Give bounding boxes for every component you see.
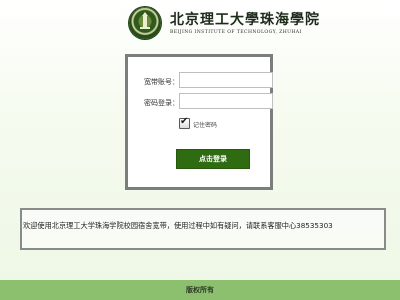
account-label: 宽带账号： xyxy=(144,78,179,86)
notice-text: 欢迎使用北京理工大学珠海学院校园宿舍宽带，使用过程中如有疑问，请联系客服中心38… xyxy=(23,221,333,230)
school-name: 北京理工大學珠海學院 xyxy=(170,12,320,28)
header: 北京理工大學珠海學院 BEIJING INSTITUTE OF TECHNOLO… xyxy=(0,6,400,42)
copyright-text: 版权所有 xyxy=(186,286,214,294)
remember-password-checkbox[interactable]: ✔ xyxy=(179,116,190,129)
account-input[interactable] xyxy=(179,72,273,88)
school-emblem-icon xyxy=(129,7,161,39)
school-name-english: BEIJING INSTITUTE OF TECHNOLOGY, ZHUHAI xyxy=(170,30,302,35)
check-icon: ✔ xyxy=(180,116,189,127)
footer: 版权所有 xyxy=(0,280,400,300)
login-panel: 宽带账号： 密码登录： ✔ 记住密码 点击登录 xyxy=(125,54,273,190)
password-label: 密码登录： xyxy=(144,99,179,107)
remember-password-label: 记住密码 xyxy=(193,122,218,129)
password-input[interactable] xyxy=(179,93,273,109)
notice-box: 欢迎使用北京理工大学珠海学院校园宿舍宽带，使用过程中如有疑问，请联系客服中心38… xyxy=(20,208,386,250)
login-button[interactable]: 点击登录 xyxy=(176,149,250,169)
page: 北京理工大學珠海學院 BEIJING INSTITUTE OF TECHNOLO… xyxy=(0,0,400,300)
